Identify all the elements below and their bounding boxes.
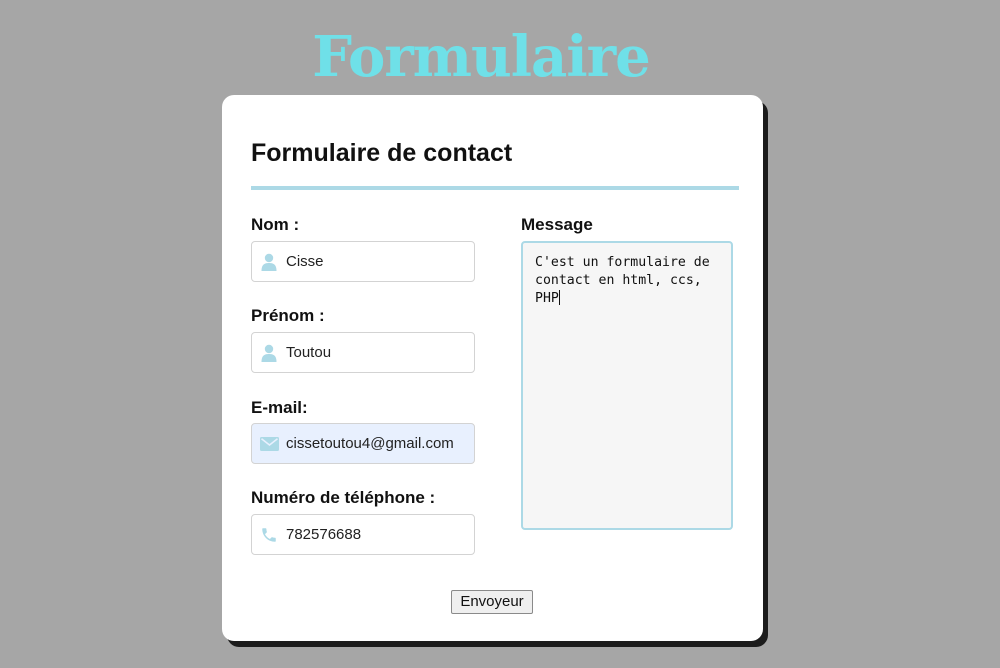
form-title: Formulaire de contact [251, 139, 513, 167]
submit-button[interactable]: Envoyeur [451, 590, 533, 614]
message-label: Message [521, 215, 593, 234]
contact-form-card: Formulaire de contact Nom : Cisse Prénom… [222, 95, 763, 641]
email-value: cissetoutou4@gmail.com [286, 435, 454, 452]
title-divider [251, 186, 739, 190]
nom-field[interactable]: Cisse [251, 241, 475, 282]
prenom-field[interactable]: Toutou [251, 332, 475, 373]
envelope-icon [252, 436, 286, 451]
nom-value: Cisse [286, 253, 324, 270]
telephone-label: Numéro de téléphone : [251, 488, 436, 507]
text-caret [558, 290, 560, 305]
nom-label: Nom : [251, 215, 300, 234]
user-icon [252, 253, 286, 271]
page-title: Formulaire [312, 24, 650, 90]
email-field[interactable]: cissetoutou4@gmail.com [251, 423, 475, 464]
email-label: E-mail: [251, 398, 308, 417]
prenom-label: Prénom : [251, 306, 325, 325]
message-textarea[interactable]: C'est un formulaire de contact en html, … [521, 241, 733, 530]
phone-icon [252, 526, 286, 544]
telephone-value: 782576688 [286, 526, 362, 543]
telephone-field[interactable]: 782576688 [251, 514, 475, 555]
message-value: C'est un formulaire de contact en html, … [535, 255, 718, 306]
user-icon [252, 344, 286, 362]
prenom-value: Toutou [286, 344, 332, 361]
